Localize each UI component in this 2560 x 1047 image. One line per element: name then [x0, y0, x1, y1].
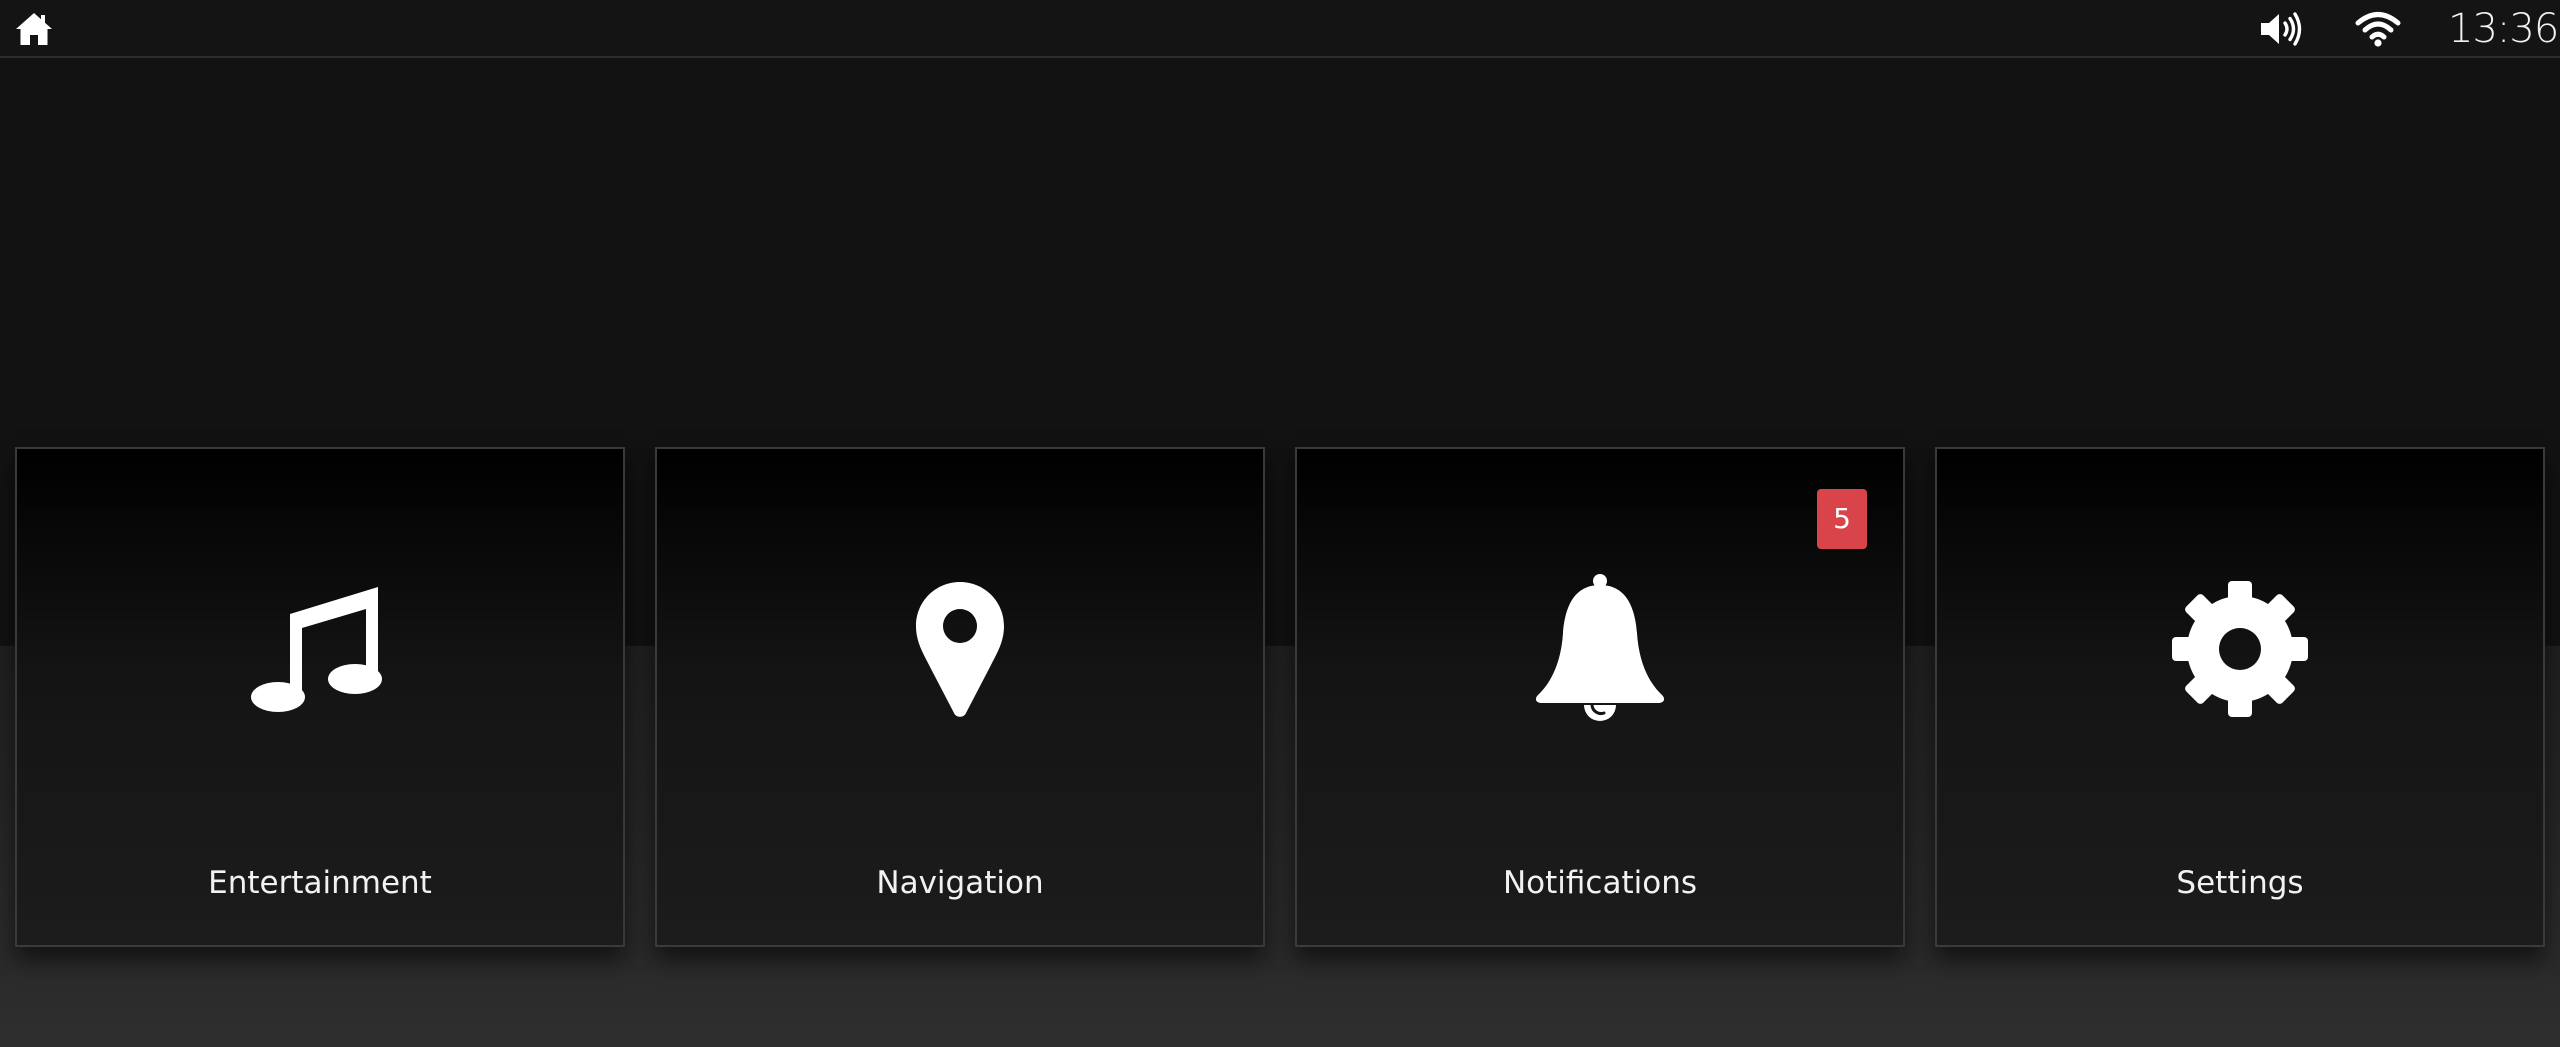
tile-settings[interactable]: Settings	[1935, 447, 2545, 947]
tile-label: Entertainment	[208, 865, 432, 901]
music-note-icon	[251, 587, 382, 712]
home-button[interactable]	[14, 10, 54, 48]
status-bar: 13:36	[0, 0, 2560, 58]
wifi-icon	[2355, 12, 2401, 47]
wifi-button[interactable]	[2354, 8, 2402, 48]
map-pin-icon	[916, 582, 1004, 717]
volume-button[interactable]	[2258, 10, 2304, 48]
tile-label: Notifications	[1502, 865, 1698, 901]
tile-entertainment[interactable]: Entertainment	[15, 447, 625, 947]
bell-icon	[1535, 574, 1665, 721]
home-icon	[16, 13, 52, 45]
tile-notifications[interactable]: 5 Notifications	[1295, 447, 1905, 947]
tile-label: Navigation	[876, 865, 1044, 901]
tile-label: Settings	[2176, 865, 2304, 901]
clock: 13:36	[2448, 6, 2559, 52]
gear-icon	[2172, 581, 2308, 717]
home-screen: 13:36 Entertainment Navigation 5 Notific…	[0, 0, 2560, 1047]
notification-count-badge: 5	[1817, 489, 1867, 549]
volume-icon	[2261, 12, 2302, 46]
tile-navigation[interactable]: Navigation	[655, 447, 1265, 947]
app-tiles: Entertainment Navigation 5 Notifications	[15, 447, 2545, 947]
